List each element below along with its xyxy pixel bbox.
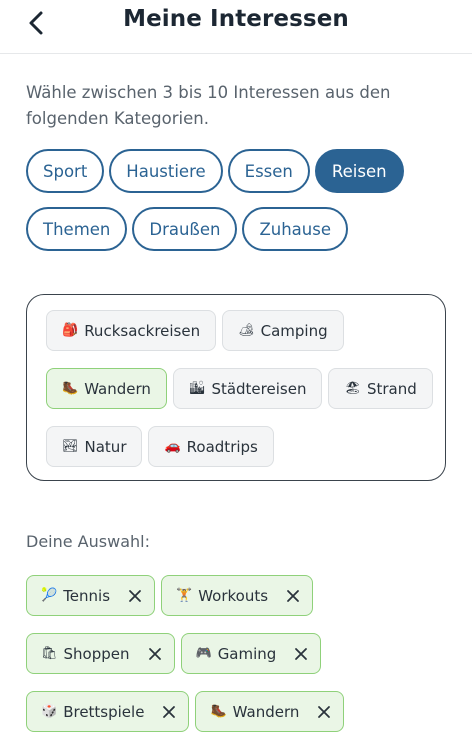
category-themen[interactable]: Themen xyxy=(26,207,128,251)
option-rucksackreisen[interactable]: 🎒 Rucksackreisen xyxy=(46,310,217,351)
selected-label: Brettspiele xyxy=(63,702,145,721)
option-staedtereisen[interactable]: 🏙 Städtereisen xyxy=(172,368,323,409)
option-label: Strand xyxy=(366,379,417,398)
option-wandern[interactable]: 🥾 Wandern xyxy=(46,368,167,409)
close-icon xyxy=(287,589,299,602)
category-reisen[interactable]: Reisen xyxy=(314,149,404,193)
selection-heading: Deine Auswahl: xyxy=(26,532,150,551)
beach-icon: 🏖 xyxy=(344,381,361,396)
dice-icon: 🎲 xyxy=(41,704,58,719)
selected-interests: 🎾 Tennis 🏋 Workouts 🛍 Shoppen 🎮 Gaming 🎲… xyxy=(26,575,456,749)
category-row: Sport Haustiere Essen Reisen xyxy=(26,149,456,193)
option-label: Rucksackreisen xyxy=(84,321,201,340)
interest-options-panel: 🎒 Rucksackreisen 🏕 Camping 🥾 Wandern 🏙 S… xyxy=(26,294,446,481)
car-icon: 🚗 xyxy=(164,439,181,454)
selected-gaming: 🎮 Gaming xyxy=(180,633,322,674)
selected-shoppen: 🛍 Shoppen xyxy=(26,633,175,674)
selected-label: Wandern xyxy=(232,702,300,721)
selected-tennis: 🎾 Tennis xyxy=(26,575,156,616)
selected-label: Workouts xyxy=(198,586,269,605)
category-tabs: Sport Haustiere Essen Reisen Themen Drau… xyxy=(26,149,456,265)
close-icon xyxy=(148,647,161,660)
option-label: Städtereisen xyxy=(211,379,307,398)
remove-shoppen-button[interactable] xyxy=(146,645,164,663)
intro-text: Wähle zwischen 3 bis 10 Interessen aus d… xyxy=(26,83,391,128)
close-icon xyxy=(318,705,331,718)
close-icon xyxy=(163,705,176,718)
selected-brettspiele: 🎲 Brettspiele xyxy=(26,691,190,732)
tennis-ball-icon: 🎾 xyxy=(41,588,58,603)
remove-tennis-button[interactable] xyxy=(126,587,144,605)
category-sport[interactable]: Sport xyxy=(26,149,105,193)
option-row: 🏞 Natur 🚗 Roadtrips xyxy=(46,426,441,467)
remove-wandern-button[interactable] xyxy=(315,703,333,721)
camping-icon: 🏕 xyxy=(238,323,255,338)
category-essen[interactable]: Essen xyxy=(227,149,310,193)
option-label: Natur xyxy=(84,437,127,456)
option-strand[interactable]: 🏖 Strand xyxy=(328,368,433,409)
backpack-icon: 🎒 xyxy=(62,323,79,338)
selection-row: 🎾 Tennis 🏋 Workouts xyxy=(26,575,456,616)
selected-label: Tennis xyxy=(63,586,111,605)
header-bar: Meine Interessen xyxy=(0,0,472,54)
category-haustiere[interactable]: Haustiere xyxy=(109,149,223,193)
hiking-boot-icon: 🥾 xyxy=(62,381,79,396)
close-icon xyxy=(295,647,308,660)
remove-workouts-button[interactable] xyxy=(284,587,302,605)
gamepad-icon: 🎮 xyxy=(195,646,212,661)
option-camping[interactable]: 🏕 Camping xyxy=(222,310,344,351)
remove-gaming-button[interactable] xyxy=(292,645,310,663)
category-zuhause[interactable]: Zuhause xyxy=(242,207,348,251)
shopping-bags-icon: 🛍 xyxy=(41,646,58,661)
hiking-boot-icon: 🥾 xyxy=(210,704,227,719)
selection-row: 🛍 Shoppen 🎮 Gaming xyxy=(26,633,456,674)
option-label: Wandern xyxy=(84,379,151,398)
selected-label: Shoppen xyxy=(63,644,130,663)
category-row: Themen Draußen Zuhause xyxy=(26,207,456,251)
option-label: Camping xyxy=(260,321,328,340)
option-row: 🎒 Rucksackreisen 🏕 Camping xyxy=(46,310,441,351)
remove-brettspiele-button[interactable] xyxy=(160,703,178,721)
selected-wandern: 🥾 Wandern xyxy=(195,691,345,732)
page-title: Meine Interessen xyxy=(123,6,349,32)
option-roadtrips[interactable]: 🚗 Roadtrips xyxy=(148,426,274,467)
selection-row: 🎲 Brettspiele 🥾 Wandern xyxy=(26,691,456,732)
landscape-icon: 🏞 xyxy=(62,439,79,454)
option-row: 🥾 Wandern 🏙 Städtereisen 🏖 Strand xyxy=(46,368,441,409)
selected-workouts: 🏋 Workouts xyxy=(161,575,314,616)
close-icon xyxy=(129,589,141,602)
option-natur[interactable]: 🏞 Natur xyxy=(46,426,143,467)
cityscape-icon: 🏙 xyxy=(188,381,206,396)
selected-label: Gaming xyxy=(217,644,277,663)
category-draussen[interactable]: Draußen xyxy=(132,207,238,251)
option-label: Roadtrips xyxy=(186,437,258,456)
weightlifter-icon: 🏋 xyxy=(176,588,193,603)
